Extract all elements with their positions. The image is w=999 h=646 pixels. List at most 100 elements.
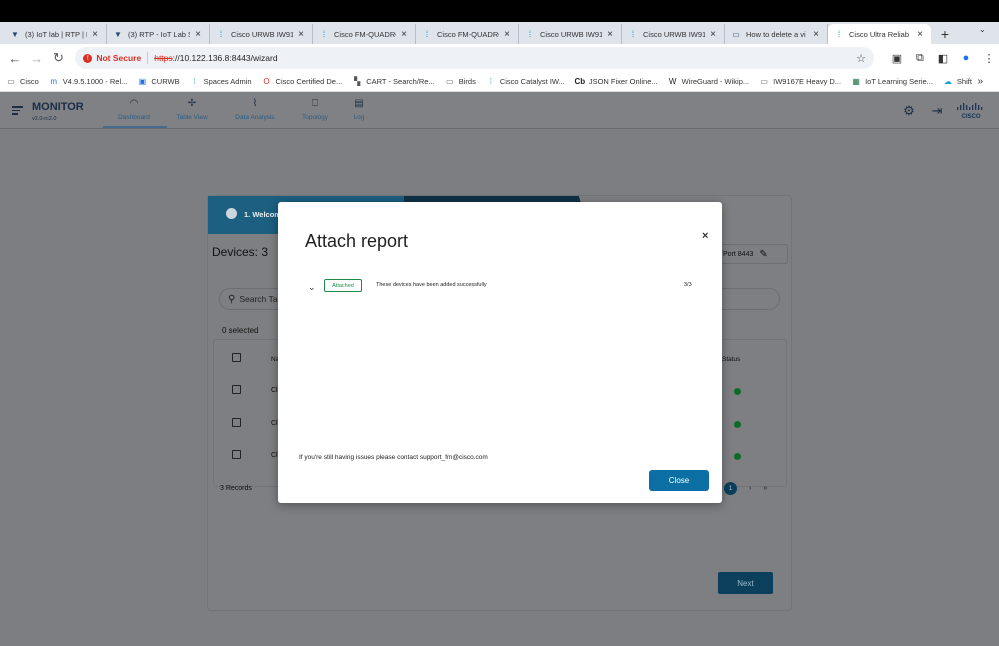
bookmark-item[interactable]: O Cisco Certified De... [262, 77, 342, 87]
port-field[interactable]: Port 8443 ✎ [718, 244, 788, 264]
table-row[interactable]: Cl [271, 387, 278, 394]
bookmark-item[interactable]: ⁞ Spaces Admin [190, 77, 251, 87]
url-protocol: https [154, 53, 173, 63]
close-icon[interactable]: × [708, 29, 718, 40]
close-icon[interactable]: × [605, 29, 615, 40]
bookmark-item[interactable]: ▭ Cisco [6, 77, 39, 87]
pagination: 1 › » [724, 482, 779, 495]
bookmark-star-icon[interactable]: ☆ [856, 52, 866, 65]
chevron-down-icon[interactable]: ⌄ [308, 282, 316, 292]
line-chart-icon: ⌇ [252, 98, 258, 109]
tab-title: Cisco Ultra Reliab [849, 29, 910, 39]
forward-icon[interactable]: → [28, 49, 46, 67]
close-button[interactable]: Close [649, 470, 709, 491]
app-header: MONITOR v2.0-rc2.0 ◠ Dashboard ✢ Table Vie… [0, 92, 999, 129]
page-button-current[interactable]: 1 [724, 482, 737, 495]
table-row[interactable]: Cl [271, 420, 278, 427]
edit-pencil-icon[interactable]: ✎ [759, 249, 767, 260]
excel-icon: ▦ [852, 77, 860, 86]
browser-tab-strip: ▼ (3) IoT lab | RTP | L × ▼ (3) RTP - IoT L… [0, 22, 999, 44]
security-indicator[interactable]: Not Secure [96, 53, 141, 63]
nav-topology[interactable]: ⎕ Topology [295, 98, 335, 121]
bookmark-label: Birds [458, 77, 476, 86]
bookmark-label: V4.9.5.1000 - Rel... [62, 77, 128, 86]
back-icon[interactable]: ← [6, 49, 24, 67]
status-online-dot [734, 421, 741, 428]
browser-tab[interactable]: ⁞ Cisco URWB IW916 × [519, 24, 622, 44]
bookmark-item[interactable]: m V4.9.5.1000 - Rel... [49, 77, 128, 87]
tab-search-icon[interactable]: ⌄ [979, 25, 993, 39]
bookmark-item[interactable]: ▚ CART - Search/Re... [352, 77, 435, 87]
browser-tab[interactable]: ▼ (3) IoT lab | RTP | L × [4, 24, 107, 44]
tab-title: Cisco FM-QUADRO [437, 29, 499, 39]
row-checkbox[interactable] [232, 418, 241, 427]
close-icon[interactable]: × [193, 29, 203, 40]
bookmark-label: Cisco [20, 77, 39, 86]
close-icon[interactable]: × [502, 29, 512, 40]
bookmark-item[interactable]: ▭ IW9167E Heavy D... [759, 77, 841, 87]
nav-table-view[interactable]: ✢ Table View [172, 98, 212, 121]
browser-tab[interactable]: ▼ (3) RTP - IoT Lab S × [107, 24, 210, 44]
browser-tab[interactable]: ⁞ Cisco URWB IW916 × [210, 24, 313, 44]
kebab-menu-icon[interactable]: ⋮ [979, 48, 999, 68]
search-placeholder: Search Ta [239, 294, 278, 304]
table-row[interactable]: Cl [271, 452, 278, 459]
step-label: 1. Welcom [244, 210, 281, 219]
close-icon[interactable]: × [915, 29, 925, 40]
nav-log[interactable]: ▤ Log [339, 98, 379, 121]
tab-title: (3) IoT lab | RTP | L [25, 29, 87, 39]
bookmark-item[interactable]: ▭ Birds [445, 77, 476, 87]
browser-tab[interactable]: ⁞ Cisco URWB IW916 × [622, 24, 725, 44]
browser-tab-active[interactable]: ⁞ Cisco Ultra Reliab × [828, 24, 931, 44]
more-bookmarks-icon[interactable]: » [977, 76, 983, 87]
bookmark-item[interactable]: W WireGuard - Wikip... [668, 77, 750, 87]
nav-data-analysis[interactable]: ⌇ Data Analysis [235, 98, 275, 121]
bookmark-label: Shift [956, 77, 972, 86]
address-bar[interactable]: ! Not Secure https://10.122.136.8:8443/w… [75, 47, 874, 69]
column-header-status: Status [722, 356, 741, 363]
bookmark-item[interactable]: ▣ CURWB [137, 77, 180, 87]
step-indicator-icon [226, 208, 237, 219]
bookmark-label: WireGuard - Wikip... [681, 77, 750, 86]
bookmark-label: CURWB [151, 77, 180, 86]
cisco-icon: ⁞ [425, 29, 429, 39]
next-button[interactable]: Next [718, 572, 773, 594]
close-icon[interactable]: × [296, 29, 306, 40]
row-checkbox[interactable] [232, 450, 241, 459]
browser-tab[interactable]: ⁞ Cisco FM-QUADRO × [313, 24, 416, 44]
cisco-icon: ⁞ [489, 77, 492, 86]
close-icon[interactable]: × [399, 29, 409, 40]
nav-selection-indicator [103, 126, 167, 128]
tab-title: Cisco URWB IW916 [231, 29, 293, 39]
next-page-icon[interactable]: › [749, 485, 751, 492]
last-page-icon[interactable]: » [763, 485, 767, 492]
close-icon[interactable]: × [811, 29, 821, 40]
side-panel-icon[interactable]: ◧ [933, 48, 953, 68]
attach-report-dialog: Attach report × ⌄ Attached These devices… [278, 202, 722, 503]
bookmark-item[interactable]: ▦ IoT Learning Serie... [851, 77, 933, 87]
row-checkbox[interactable] [232, 385, 241, 394]
extension-icon[interactable]: ▣ [887, 48, 907, 68]
hamburger-menu-icon[interactable] [12, 106, 23, 115]
system-top-bar [0, 0, 999, 22]
tab-title: How to delete a vi [746, 29, 806, 39]
select-all-checkbox[interactable] [232, 353, 241, 362]
bookmark-item[interactable]: ☁ Shift [943, 77, 972, 87]
logout-icon[interactable]: ⇥ [929, 103, 945, 119]
puzzle-icon[interactable]: ⧉ [910, 48, 930, 68]
vlab-icon: ▼ [114, 29, 122, 39]
dialog-title: Attach report [305, 231, 409, 251]
nav-dashboard[interactable]: ◠ Dashboard [114, 98, 154, 121]
result-count: 3/3 [684, 282, 692, 288]
profile-avatar-icon[interactable]: ● [956, 48, 976, 68]
browser-tab[interactable]: ▭ How to delete a vi × [725, 24, 828, 44]
bookmark-item[interactable]: Cb JSON Fixer Online... [575, 77, 658, 87]
browser-tab[interactable]: ⁞ Cisco FM-QUADRO × [416, 24, 519, 44]
gear-icon[interactable]: ⚙ [901, 103, 917, 119]
bookmark-item[interactable]: ⁞ Cisco Catalyst IW... [486, 77, 565, 87]
close-icon[interactable]: × [90, 29, 100, 40]
records-count: 3 Records [220, 485, 252, 492]
close-icon[interactable]: × [702, 230, 708, 242]
new-tab-button[interactable]: + [935, 24, 955, 44]
reload-icon[interactable]: ↻ [50, 49, 68, 67]
